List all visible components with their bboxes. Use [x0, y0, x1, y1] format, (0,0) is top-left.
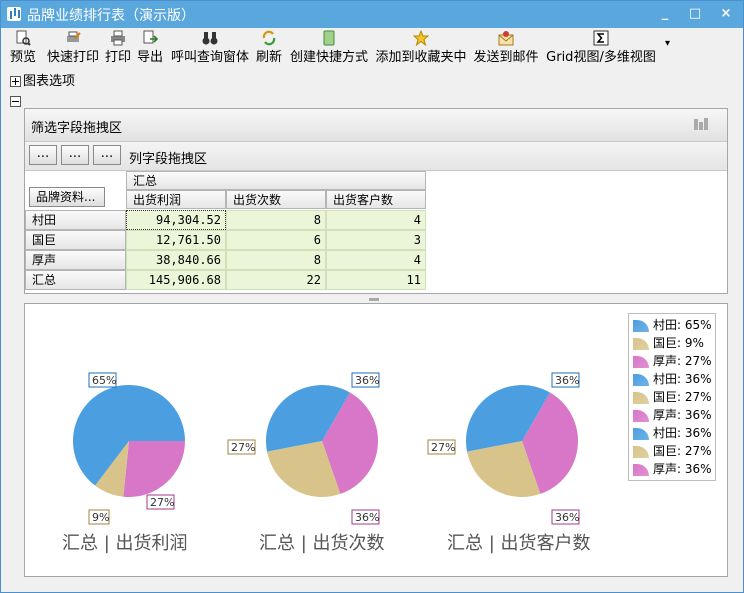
pie-data-label: 36% — [351, 509, 380, 525]
refresh-icon — [262, 30, 276, 46]
pie-data-label: 36% — [551, 509, 580, 525]
table-cell[interactable]: 38,840.66 — [126, 250, 226, 270]
print-button[interactable]: 打印 — [104, 30, 132, 68]
svg-text:27%: 27% — [431, 441, 455, 454]
table-cell[interactable]: 3 — [326, 230, 426, 250]
table-cell[interactable]: 4 — [326, 210, 426, 230]
collapse-minus-icon — [10, 96, 21, 107]
svg-text:27%: 27% — [231, 441, 255, 454]
pie-data-label: 36% — [551, 372, 580, 388]
splitter-handle[interactable] — [369, 298, 379, 301]
column-area-label: 列字段拖拽区 — [129, 152, 208, 167]
minimize-button[interactable]: _ — [653, 5, 677, 23]
table-cell[interactable]: 6 — [226, 230, 326, 250]
pie-data-label: 9% — [88, 509, 110, 525]
add-to-favorites-button[interactable]: 添加到收藏夹中 — [374, 30, 468, 68]
pie-data-label: 65% — [88, 372, 117, 388]
table-cell[interactable]: 94,304.52 — [126, 210, 226, 230]
preview-button[interactable]: 预览 — [7, 30, 39, 68]
preview-icon — [16, 30, 31, 46]
mail-icon — [498, 31, 514, 46]
export-button[interactable]: 导出 — [136, 30, 164, 68]
row-header[interactable]: 厚声 — [25, 250, 126, 270]
svg-text:36%: 36% — [555, 374, 579, 387]
window-title: 品牌业绩排行表（演示版） — [27, 8, 195, 24]
column-header[interactable]: 出货客户数 — [326, 190, 426, 209]
chart-title: 汇总 | 出货利润 — [62, 533, 188, 554]
field-button-2[interactable]: ... — [61, 145, 89, 165]
export-icon — [143, 30, 158, 44]
column-header[interactable]: 出货次数 — [226, 190, 326, 209]
binoculars-icon — [202, 32, 218, 45]
group-header: 汇总 — [126, 171, 426, 190]
legend-item: 厚声: 27% — [633, 352, 712, 370]
chart-options-toggle[interactable]: 图表选项 — [10, 70, 75, 89]
quick-print-button[interactable]: 快速打印 — [45, 30, 101, 68]
filter-field-drop-area[interactable]: 筛选字段拖拽区 — [25, 109, 727, 142]
chart-options-label: 图表选项 — [23, 74, 76, 89]
field-list-icon[interactable] — [693, 117, 709, 131]
expand-plus-icon — [10, 76, 21, 87]
legend-item: 厚声: 36% — [633, 406, 712, 424]
legend-item: 村田: 36% — [633, 370, 712, 388]
table-cell[interactable]: 8 — [226, 210, 326, 230]
field-button-1[interactable]: ... — [29, 145, 57, 165]
title-bar: 品牌业绩排行表（演示版） _ □ × — [1, 1, 743, 28]
chart-legend: 村田: 65% 国巨: 9% 厚声: 27% 村田: 36% 国巨: 27% 厚… — [628, 313, 716, 481]
print-icon — [111, 30, 125, 46]
svg-text:65%: 65% — [92, 374, 116, 387]
pie-data-label: 27% — [227, 439, 256, 455]
call-query-window-button[interactable]: 呼叫查询窗体 — [169, 30, 251, 68]
legend-item: 村田: 36% — [633, 424, 712, 442]
maximize-button[interactable]: □ — [683, 5, 707, 23]
table-cell[interactable]: 4 — [326, 250, 426, 270]
row-header-total[interactable]: 汇总 — [25, 270, 126, 290]
legend-item: 国巨: 27% — [633, 388, 712, 406]
svg-text:27%: 27% — [150, 496, 174, 509]
svg-text:36%: 36% — [555, 511, 579, 524]
close-button[interactable]: × — [714, 5, 738, 23]
row-header[interactable]: 村田 — [25, 210, 126, 230]
pie-data-label: 27% — [146, 494, 175, 510]
create-shortcut-button[interactable]: 创建快捷方式 — [288, 30, 370, 68]
column-field-drop-area[interactable]: ... ... ... 列字段拖拽区 — [25, 142, 727, 171]
svg-text:36%: 36% — [355, 511, 379, 524]
table-cell[interactable]: 12,761.50 — [126, 230, 226, 250]
sigma-icon — [593, 30, 609, 46]
shortcut-icon — [323, 30, 335, 46]
star-icon — [413, 30, 429, 46]
pivot-grid: 筛选字段拖拽区 ... ... ... 列字段拖拽区 品牌资料... 汇总 出货… — [24, 108, 728, 294]
refresh-button[interactable]: 刷新 — [255, 30, 283, 68]
collapse-pivot-toggle[interactable] — [10, 94, 23, 108]
pie-data-label: 36% — [351, 372, 380, 388]
chart-title: 汇总 | 出货次数 — [259, 533, 385, 554]
svg-text:36%: 36% — [355, 374, 379, 387]
quick-print-icon — [67, 31, 81, 42]
svg-text:9%: 9% — [92, 511, 109, 524]
table-cell-total[interactable]: 22 — [226, 270, 326, 290]
toolbar: 预览 快速打印 打印 导出 呼叫查询窗体 刷新 创建快捷方式 添加到收藏夹中 发… — [1, 28, 743, 70]
pie-data-label: 27% — [427, 439, 456, 455]
brand-row-field-button[interactable]: 品牌资料... — [29, 187, 105, 207]
table-cell[interactable]: 8 — [226, 250, 326, 270]
legend-item: 村田: 65% — [633, 316, 712, 334]
filter-area-label: 筛选字段拖拽区 — [31, 121, 123, 136]
grid-multidim-view-button[interactable]: Grid视图/多维视图 — [542, 30, 660, 68]
pie-slice[interactable] — [123, 441, 185, 497]
legend-item: 国巨: 9% — [633, 334, 704, 352]
row-header[interactable]: 国巨 — [25, 230, 126, 250]
field-button-3[interactable]: ... — [93, 145, 121, 165]
chart-panel: 65% 9% 27% 36% 27% 36% 36% 27% 36% 汇总 | 出货利润 汇总 … — [24, 303, 728, 577]
column-header[interactable]: 出货利润 — [126, 190, 226, 209]
legend-item: 国巨: 27% — [633, 442, 712, 460]
table-cell-total[interactable]: 11 — [326, 270, 426, 290]
chart-title: 汇总 | 出货客户数 — [447, 533, 591, 554]
table-cell-total[interactable]: 145,906.68 — [126, 270, 226, 290]
send-to-mail-button[interactable]: 发送到邮件 — [471, 30, 541, 68]
app-chart-icon — [7, 7, 21, 21]
app-window: 品牌业绩排行表（演示版） _ □ × 预览 快速打印 打印 导出 呼叫查询窗体 … — [0, 0, 744, 593]
legend-item: 厚声: 36% — [633, 460, 712, 478]
toolbar-overflow-chevron-icon[interactable]: ▾ — [665, 38, 670, 49]
